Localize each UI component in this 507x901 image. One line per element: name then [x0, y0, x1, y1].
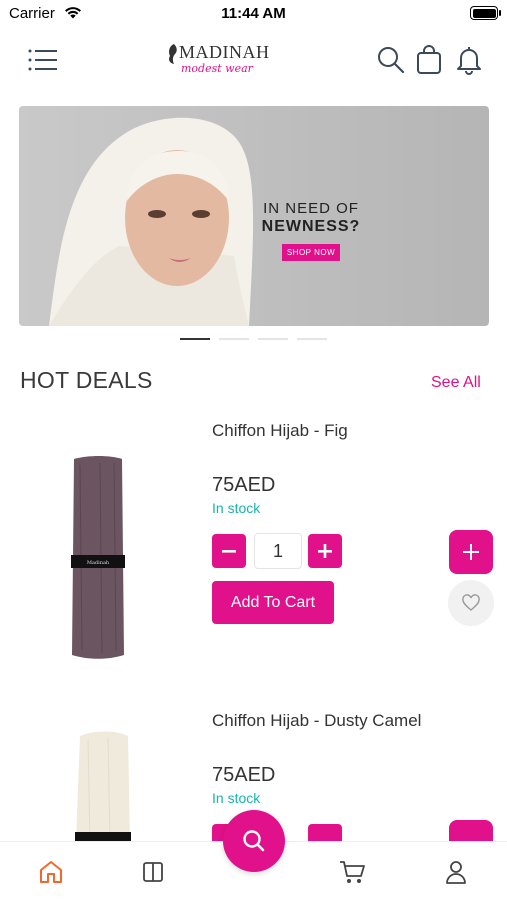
cart-icon[interactable]: [336, 856, 368, 888]
wishlist-button[interactable]: [448, 580, 494, 626]
stock-status: In stock: [212, 500, 261, 516]
bag-icon[interactable]: [412, 43, 446, 77]
bell-icon[interactable]: [452, 43, 486, 77]
profile-icon[interactable]: [440, 856, 472, 888]
stock-status: In stock: [212, 790, 261, 806]
home-icon[interactable]: [35, 856, 67, 888]
logo-text: MADINAH: [179, 42, 270, 62]
carousel-dot[interactable]: [219, 338, 249, 340]
brand-logo[interactable]: MADINAH modest wear: [165, 40, 270, 80]
decrease-quantity-button[interactable]: [212, 534, 246, 568]
promo-banner[interactable]: IN NEED OF NEWNESS? SHOP NOW: [19, 106, 489, 326]
svg-text:Madinah: Madinah: [87, 560, 110, 566]
search-icon[interactable]: [374, 43, 408, 77]
quick-add-button[interactable]: [449, 530, 493, 574]
categories-icon[interactable]: [137, 856, 169, 888]
clock: 11:44 AM: [221, 5, 286, 22]
carousel-indicator: [180, 338, 327, 342]
carousel-dot[interactable]: [180, 338, 210, 340]
quantity-field[interactable]: 1: [254, 533, 302, 569]
search-icon: [243, 830, 265, 852]
product-price: 75AED: [212, 474, 276, 496]
battery-icon: [470, 6, 501, 20]
product-name[interactable]: Chiffon Hijab - Dusty Camel: [212, 711, 421, 731]
carousel-dot[interactable]: [297, 338, 327, 340]
add-to-cart-button[interactable]: Add To Cart: [212, 581, 334, 624]
minus-icon: [222, 550, 236, 553]
product-image[interactable]: [74, 730, 132, 842]
carousel-dot[interactable]: [258, 338, 288, 340]
search-fab-button[interactable]: [223, 810, 285, 872]
banner-subheadline: NEWNESS?: [261, 218, 361, 235]
banner-headline: IN NEED OF: [263, 200, 359, 217]
product-name[interactable]: Chiffon Hijab - Fig: [212, 421, 348, 441]
product-price: 75AED: [212, 764, 276, 786]
heart-icon: [462, 594, 480, 611]
see-all-link[interactable]: See All: [431, 374, 481, 392]
product-image[interactable]: Madinah: [70, 455, 126, 660]
plus-icon: [318, 544, 332, 558]
status-bar: Carrier 11:44 AM: [0, 0, 507, 28]
section-title: HOT DEALS: [20, 367, 153, 393]
increase-quantity-button[interactable]: [308, 534, 342, 568]
logo-subtext: modest wear: [181, 62, 253, 75]
menu-icon[interactable]: [26, 43, 60, 77]
plus-icon: [463, 544, 479, 560]
shop-now-button[interactable]: SHOP NOW: [282, 244, 340, 261]
